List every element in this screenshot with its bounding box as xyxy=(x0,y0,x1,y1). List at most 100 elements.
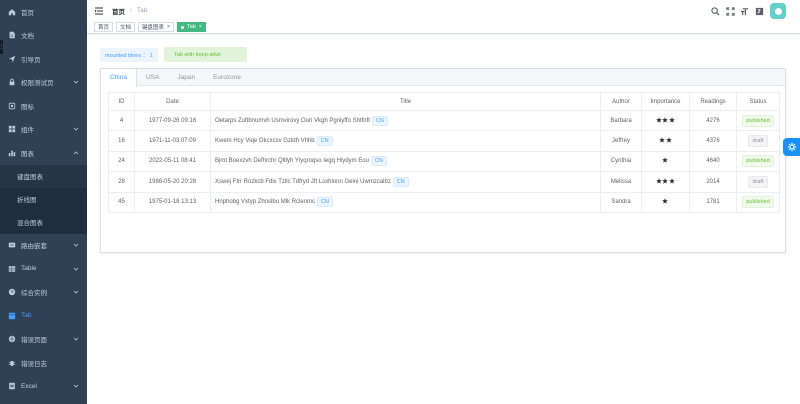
type-tag: CN xyxy=(317,197,333,208)
sidebar-item[interactable]: Table xyxy=(0,257,87,281)
article-title-link[interactable]: Kwem Hcy Viqe Okcxcsv Gzldh Vhhb xyxy=(215,138,315,144)
cell-importance xyxy=(641,109,690,132)
sidebar-item[interactable]: 图标 xyxy=(0,94,87,118)
column-header: ID xyxy=(108,92,135,111)
breadcrumb: 首页 / Tab xyxy=(112,6,147,16)
sidebar-item-label: 错误页面 xyxy=(21,337,47,345)
sidebar-item-label: 路由嵌套 xyxy=(21,243,47,251)
breadcrumb-home[interactable]: 首页 xyxy=(112,6,125,16)
hamburger-icon[interactable] xyxy=(94,6,104,16)
status-badge: published xyxy=(742,196,774,209)
sidebar-item[interactable]: 权限测试页 xyxy=(0,71,87,95)
sidebar-item-label: 引导页 xyxy=(21,56,41,64)
sidebar-item[interactable]: 引导页 xyxy=(0,47,87,71)
sidebar-item[interactable]: 组件 xyxy=(0,118,87,142)
cell-id: 4 xyxy=(108,109,135,132)
breadcrumb-current: Tab xyxy=(136,7,148,14)
sidebar-item[interactable]: 综合实例 xyxy=(0,281,87,305)
chevron-down-icon xyxy=(73,127,79,131)
tab-usa[interactable]: USA xyxy=(137,69,168,86)
type-tag: CN xyxy=(392,176,409,187)
star-icon xyxy=(659,137,665,143)
table-row: 4 1977-09-26 09:16 Oetarps Zuftbnumvh Usmv… xyxy=(108,109,780,132)
star-icon xyxy=(655,116,662,123)
sidebar-item[interactable]: 图表 xyxy=(0,141,87,165)
nested-icon xyxy=(7,241,16,250)
table-header-row: ID Date Title Author Importance Readings Statu… xyxy=(108,92,780,111)
sidebar: 首页文档引导页权限测试页图标组件 图表 键盘图表 折线图 混合图表 路由嵌套 Table… xyxy=(0,0,87,404)
status-badge: published xyxy=(742,155,774,168)
settings-button[interactable] xyxy=(783,138,800,156)
table-row: 24 2022-05-11 08:41 Bjmt Boexzvh Defhrchr … xyxy=(108,150,780,173)
tab-japan[interactable]: Japan xyxy=(168,69,204,86)
star-icon xyxy=(665,137,672,143)
close-icon[interactable]: × xyxy=(199,24,202,30)
sidebar-item[interactable]: Tab xyxy=(0,304,87,328)
sidebar-item-label: 图标 xyxy=(21,103,34,111)
sidebar-item-label: 文档 xyxy=(21,33,34,41)
sidebar-item[interactable]: 文档 xyxy=(0,24,87,48)
star-icon xyxy=(662,116,669,123)
sidebar-item-label: 错误日志 xyxy=(21,360,47,368)
article-title-link[interactable]: Bjmt Boexzvh Defhrchr Qltlyh Ylyqroqso I… xyxy=(215,158,369,164)
cell-id: 16 xyxy=(108,130,135,152)
mounted-times-tag: mounted times ： 1 xyxy=(100,48,158,62)
cell-title: Oetarps Zuftbnumvh Usmvirovy Ouri Vkgh P… xyxy=(210,109,601,132)
sidebar-item[interactable]: 错误页面 xyxy=(0,328,87,352)
chart-submenu: 键盘图表 折线图 混合图表 xyxy=(0,164,87,234)
sidebar-item[interactable]: 路由嵌套 xyxy=(0,234,87,258)
sidebar-subitem[interactable]: 键盘图表 xyxy=(0,164,87,188)
sidebar-item[interactable]: 首页 xyxy=(0,0,87,24)
tab-card: China USA Japan Eurozone ID Date Title Author I… xyxy=(100,68,786,253)
gear-icon xyxy=(787,142,796,152)
cell-status: draft xyxy=(736,130,780,152)
sidebar-item-label: Excel xyxy=(21,382,37,390)
article-title-link[interactable]: Hnphobg Vxtyp Zhnslbu Mlk Rclenmc xyxy=(215,199,315,205)
sidebar-item-label: Table xyxy=(21,265,37,273)
app-main: mounted times ： 1 Tab with keep-alive Ch… xyxy=(87,35,800,404)
tag-label: 键盘图表 xyxy=(142,25,165,31)
cell-title: Xswej Ftrr Rozkcb Fdix Tzllc Tdfryd Jft … xyxy=(210,171,601,193)
star-icon xyxy=(662,198,669,204)
importance-stars xyxy=(655,178,676,184)
article-title-link[interactable]: Oetarps Zuftbnumvh Usmvirovy Ouri Vkgh P… xyxy=(215,118,370,124)
sidebar-item-label: 首页 xyxy=(21,9,34,17)
tab-eurozone[interactable]: Eurozone xyxy=(204,69,250,86)
column-header: Importance xyxy=(641,92,690,111)
sidebar-item[interactable]: 错误日志 xyxy=(0,351,87,375)
keep-alive-alert: Tab with keep-alive xyxy=(164,47,247,62)
language-icon[interactable] xyxy=(754,6,764,16)
sidebar-item[interactable]: Excel xyxy=(0,375,87,399)
guide-icon xyxy=(7,54,16,63)
importance-stars xyxy=(662,198,669,204)
cell-readings: 4276 xyxy=(689,109,737,132)
tab-icon xyxy=(7,311,16,320)
tag-item[interactable]: 文档 xyxy=(116,22,136,32)
sidebar-item[interactable]: Zip xyxy=(0,398,87,404)
cell-date: 1975-01-18 13:13 xyxy=(134,191,211,213)
tag-active[interactable]: Tab × xyxy=(176,22,206,32)
close-icon[interactable]: × xyxy=(167,24,170,30)
sidebar-item-label: 综合实例 xyxy=(21,290,47,298)
article-table: ID Date Title Author Importance Readings Statu… xyxy=(108,92,780,213)
breadcrumb-separator: / xyxy=(130,7,132,14)
bug-icon xyxy=(7,358,16,367)
sidebar-drag-handle[interactable]: ⋮ xyxy=(0,40,4,54)
tag-item[interactable]: 键盘图表 × xyxy=(138,22,174,32)
search-icon[interactable] xyxy=(711,6,721,16)
tab-china[interactable]: China xyxy=(100,69,137,87)
table-icon xyxy=(7,264,16,273)
sidebar-subitem[interactable]: 混合图表 xyxy=(0,211,87,234)
size-icon[interactable] xyxy=(740,6,750,16)
fullscreen-icon[interactable] xyxy=(725,6,735,16)
column-header: Date xyxy=(134,92,211,111)
sidebar-subitem[interactable]: 折线图 xyxy=(0,188,87,211)
cell-date: 2022-05-11 08:41 xyxy=(134,150,211,173)
avatar[interactable] xyxy=(770,3,786,19)
article-title-link[interactable]: Xswej Ftrr Rozkcb Fdix Tzllc Tdfryd Jft … xyxy=(215,179,391,185)
avatar-image xyxy=(774,7,782,15)
cell-date: 1986-05-20 20:28 xyxy=(134,171,211,193)
navbar: 首页 / Tab xyxy=(87,0,800,21)
cell-status: published xyxy=(736,191,780,213)
tag-item[interactable]: 首页 xyxy=(94,22,114,32)
